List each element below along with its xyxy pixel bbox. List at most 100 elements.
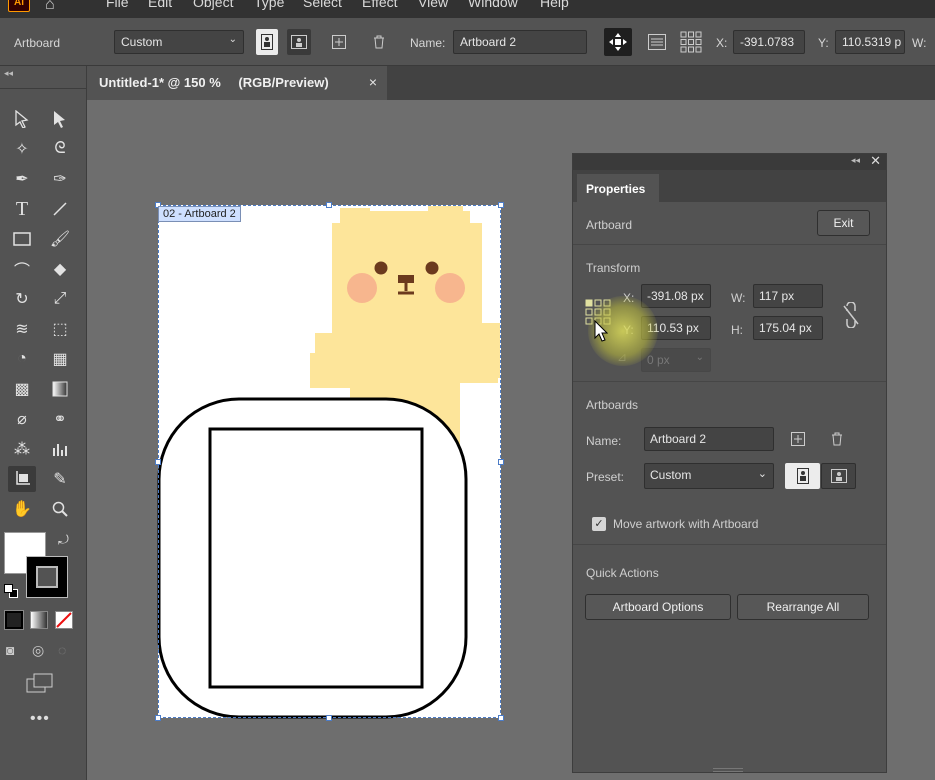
collapse-icon[interactable]: ◂◂	[4, 68, 13, 79]
preset-select[interactable]: Custom ⌄	[644, 463, 774, 489]
panel-titlebar[interactable]: ◂◂ ✕	[573, 153, 886, 170]
swap-colors-icon[interactable]: ⤾	[58, 532, 69, 548]
rectangle-tool-icon[interactable]	[8, 226, 36, 252]
constrain-proportions-icon[interactable]	[841, 302, 861, 328]
w-field[interactable]: 117 px	[753, 284, 823, 308]
color-mode-icon[interactable]	[4, 610, 24, 630]
x-field[interactable]: -391.08 px	[641, 284, 711, 308]
selection-tool-icon[interactable]	[8, 106, 36, 132]
artboard-options-button[interactable]: Artboard Options	[585, 594, 731, 620]
zoom-tool-icon[interactable]	[46, 496, 74, 522]
h-field[interactable]: 175.04 px	[753, 316, 823, 340]
artboard-name-field[interactable]: Artboard 2	[453, 30, 587, 54]
draw-inside-icon[interactable]: ◌	[58, 642, 66, 658]
resize-handle[interactable]	[498, 459, 504, 465]
menu-file[interactable]: File	[106, 0, 129, 10]
portrait-button[interactable]	[785, 463, 820, 489]
divider	[573, 244, 886, 245]
width-tool-icon[interactable]: ≋	[8, 316, 36, 342]
chevron-down-icon: ⌄	[695, 352, 704, 363]
new-artboard-icon[interactable]	[328, 31, 350, 53]
eyedropper-tool-icon[interactable]: ⌀	[8, 406, 36, 432]
home-icon[interactable]: ⌂	[45, 0, 67, 14]
resize-handle[interactable]	[326, 202, 332, 208]
h-label: H:	[731, 323, 743, 337]
y-field[interactable]: 110.5319 p	[835, 30, 905, 54]
shape-builder-tool-icon[interactable]: ◔	[8, 346, 36, 372]
eraser-tool-icon[interactable]: ◆	[46, 256, 74, 282]
scale-tool-icon[interactable]: ⤢	[46, 286, 74, 312]
collapse-panel-icon[interactable]: ◂◂	[851, 155, 860, 166]
paintbrush-tool-icon[interactable]: 🖌	[46, 226, 74, 252]
rotate-tool-icon[interactable]: ↻	[8, 286, 36, 312]
none-mode-icon[interactable]	[55, 611, 73, 629]
lasso-tool-icon[interactable]: ᘓ	[46, 136, 74, 162]
delete-artboard-icon[interactable]	[368, 31, 390, 53]
resize-handle[interactable]	[498, 715, 504, 721]
close-panel-icon[interactable]: ✕	[870, 153, 881, 169]
transform-section-title: Transform	[586, 261, 641, 275]
perspective-grid-tool-icon[interactable]: ▦	[46, 346, 74, 372]
rearrange-all-button[interactable]: Rearrange All	[737, 594, 869, 620]
tools-panel: ◂◂ ✧ ᘓ ✒ ✑ T 🖌 ⌒ ◆ ↻ ⤢ ≋ ⬚ ◔ ▦ ▩ ⌀ ⚭ ⁂ ✎…	[0, 66, 87, 780]
mode-label: Artboard	[14, 36, 61, 50]
draw-normal-icon[interactable]: ◙	[6, 642, 14, 658]
menu-help[interactable]: Help	[540, 0, 569, 10]
direct-selection-tool-icon[interactable]	[46, 106, 74, 132]
panel-resize-grip[interactable]	[713, 768, 743, 772]
graph-tool-icon[interactable]	[46, 436, 74, 462]
stroke-swatch[interactable]	[26, 556, 68, 598]
menu-type[interactable]: Type	[254, 0, 284, 10]
artboard-tool-icon[interactable]	[8, 466, 36, 492]
line-tool-icon[interactable]	[46, 196, 74, 222]
gradient-tool-icon[interactable]	[46, 376, 74, 402]
resize-handle[interactable]	[326, 715, 332, 721]
artboard-label[interactable]: 02 - Artboard 2	[158, 206, 241, 222]
menu-object[interactable]: Object	[193, 0, 233, 10]
x-field[interactable]: -391.0783	[733, 30, 805, 54]
draw-behind-icon[interactable]: ◎	[32, 642, 44, 659]
resize-handle[interactable]	[498, 202, 504, 208]
document-tab[interactable]: Untitled-1* @ 150 % (RGB/Preview) ×	[87, 66, 387, 100]
exit-button[interactable]: Exit	[817, 210, 870, 236]
new-artboard-icon[interactable]	[791, 432, 805, 446]
app-logo: Ai	[8, 0, 30, 12]
artboard-name-field[interactable]: Artboard 2	[644, 427, 774, 451]
landscape-button[interactable]	[287, 29, 311, 55]
more-tools-icon[interactable]: •••	[30, 710, 50, 728]
divider	[573, 544, 886, 545]
shaper-tool-icon[interactable]: ⌒	[8, 256, 36, 282]
close-tab-icon[interactable]: ×	[369, 74, 377, 90]
symbol-sprayer-tool-icon[interactable]: ⁂	[8, 436, 36, 462]
free-transform-tool-icon[interactable]: ⬚	[46, 316, 74, 342]
preset-select[interactable]: Custom ⌄	[114, 30, 244, 54]
menu-edit[interactable]: Edit	[148, 0, 172, 10]
artboard-options-icon[interactable]	[646, 31, 668, 53]
curvature-tool-icon[interactable]: ✑	[46, 166, 74, 192]
tab-properties[interactable]: Properties	[577, 174, 659, 202]
move-options-icon[interactable]	[604, 28, 632, 56]
delete-artboard-icon[interactable]	[830, 432, 844, 446]
type-tool-icon[interactable]: T	[8, 196, 36, 222]
menu-select[interactable]: Select	[303, 0, 342, 10]
blend-tool-icon[interactable]: ⚭	[46, 406, 74, 432]
magic-wand-tool-icon[interactable]: ✧	[8, 136, 36, 162]
hand-tool-icon[interactable]: ✋	[8, 496, 36, 522]
divider	[573, 381, 886, 382]
resize-handle[interactable]	[155, 715, 161, 721]
menu-view[interactable]: View	[418, 0, 448, 10]
move-artwork-checkbox[interactable]: ✓	[592, 517, 606, 531]
landscape-button[interactable]	[821, 463, 856, 489]
portrait-button[interactable]	[256, 29, 278, 55]
pen-tool-icon[interactable]: ✒	[8, 166, 36, 192]
resize-handle[interactable]	[155, 459, 161, 465]
gradient-mode-icon[interactable]	[30, 611, 48, 629]
menu-effect[interactable]: Effect	[362, 0, 398, 10]
screen-mode-icon[interactable]	[26, 672, 54, 694]
mesh-tool-icon[interactable]: ▩	[8, 376, 36, 402]
rearrange-icon[interactable]	[678, 29, 704, 55]
name-label: Name:	[410, 36, 446, 50]
slice-tool-icon[interactable]: ✎	[46, 466, 74, 492]
menu-window[interactable]: Window	[468, 0, 518, 10]
default-colors-icon[interactable]	[4, 584, 18, 598]
